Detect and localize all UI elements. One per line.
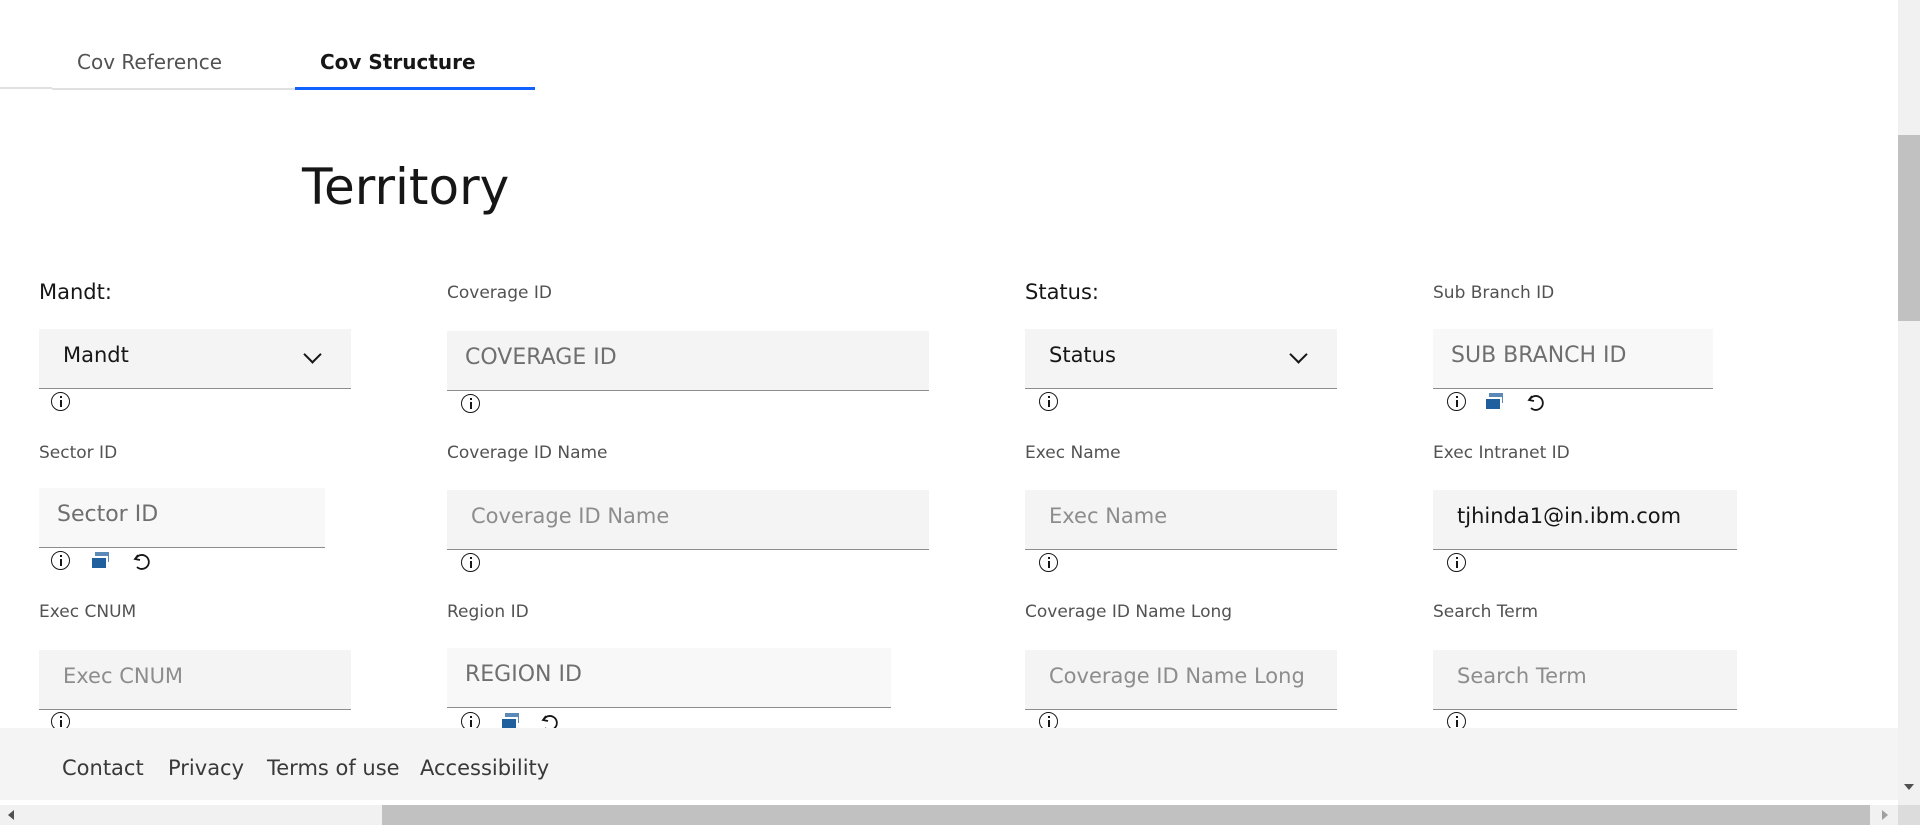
scroll-left-arrow-icon[interactable]: [8, 810, 14, 820]
status-select[interactable]: Status: [1025, 329, 1337, 389]
tab-cov-structure[interactable]: Cov Structure: [295, 40, 535, 90]
coverage-id-label: Coverage ID: [447, 283, 552, 303]
exec-name-input[interactable]: Exec Name: [1025, 490, 1337, 550]
coverage-id-name-long-input[interactable]: Coverage ID Name Long: [1025, 650, 1337, 710]
footer-link-privacy[interactable]: Privacy: [168, 756, 244, 780]
sub-branch-id-input[interactable]: SUB BRANCH ID: [1433, 329, 1713, 389]
info-icon[interactable]: [1447, 553, 1466, 572]
sub-branch-id-label: Sub Branch ID: [1433, 283, 1555, 303]
region-id-input[interactable]: REGION ID: [447, 648, 891, 708]
footer: Contact Privacy Terms of use Accessibili…: [0, 728, 1898, 800]
exec-name-label: Exec Name: [1025, 443, 1121, 463]
horizontal-scroll-thumb[interactable]: [382, 805, 1870, 825]
scroll-right-arrow-icon[interactable]: [1882, 810, 1888, 820]
info-icon[interactable]: [461, 394, 480, 413]
tab-cov-reference[interactable]: Cov Reference: [52, 40, 295, 90]
search-term-label: Search Term: [1433, 602, 1539, 622]
search-term-input[interactable]: Search Term: [1433, 650, 1737, 710]
page-title: Territory: [302, 158, 510, 216]
chevron-down-icon: [1289, 345, 1308, 364]
scrollbar-corner: [1898, 805, 1920, 825]
footer-link-terms[interactable]: Terms of use: [267, 756, 400, 780]
reset-icon[interactable]: [131, 551, 153, 573]
mandt-select[interactable]: Mandt: [39, 329, 351, 389]
info-icon[interactable]: [51, 392, 70, 411]
vertical-scroll-thumb[interactable]: [1898, 135, 1920, 321]
status-label: Status:: [1025, 280, 1099, 304]
exec-intranet-id-label: Exec Intranet ID: [1433, 443, 1570, 463]
vertical-scrollbar[interactable]: [1898, 0, 1920, 805]
info-icon[interactable]: [1447, 392, 1466, 411]
reset-icon[interactable]: [1525, 392, 1547, 414]
exec-intranet-id-input[interactable]: tjhinda1@in.ibm.com: [1433, 490, 1737, 550]
mandt-label: Mandt:: [39, 280, 112, 304]
footer-link-contact[interactable]: Contact: [62, 756, 144, 780]
coverage-id-name-input[interactable]: Coverage ID Name: [447, 490, 929, 550]
exec-cnum-label: Exec CNUM: [39, 602, 137, 622]
chevron-down-icon: [303, 345, 322, 364]
coverage-id-input[interactable]: COVERAGE ID: [447, 331, 929, 391]
coverage-id-name-long-label: Coverage ID Name Long: [1025, 602, 1233, 622]
sector-id-actions: [51, 551, 161, 575]
info-icon[interactable]: [51, 551, 70, 570]
duplicate-icon[interactable]: [1485, 392, 1507, 414]
exec-cnum-input[interactable]: Exec CNUM: [39, 650, 351, 710]
sector-id-label: Sector ID: [39, 443, 118, 463]
coverage-id-name-label: Coverage ID Name: [447, 443, 608, 463]
duplicate-icon[interactable]: [91, 551, 113, 573]
tab-divider: [0, 87, 52, 89]
info-icon[interactable]: [1039, 392, 1058, 411]
scroll-down-arrow-icon[interactable]: [1904, 784, 1914, 790]
footer-link-accessibility[interactable]: Accessibility: [420, 756, 549, 780]
info-icon[interactable]: [1039, 553, 1058, 572]
sector-id-input[interactable]: Sector ID: [39, 488, 325, 548]
sub-branch-id-actions: [1447, 392, 1557, 416]
region-id-label: Region ID: [447, 602, 529, 622]
info-icon[interactable]: [461, 553, 480, 572]
